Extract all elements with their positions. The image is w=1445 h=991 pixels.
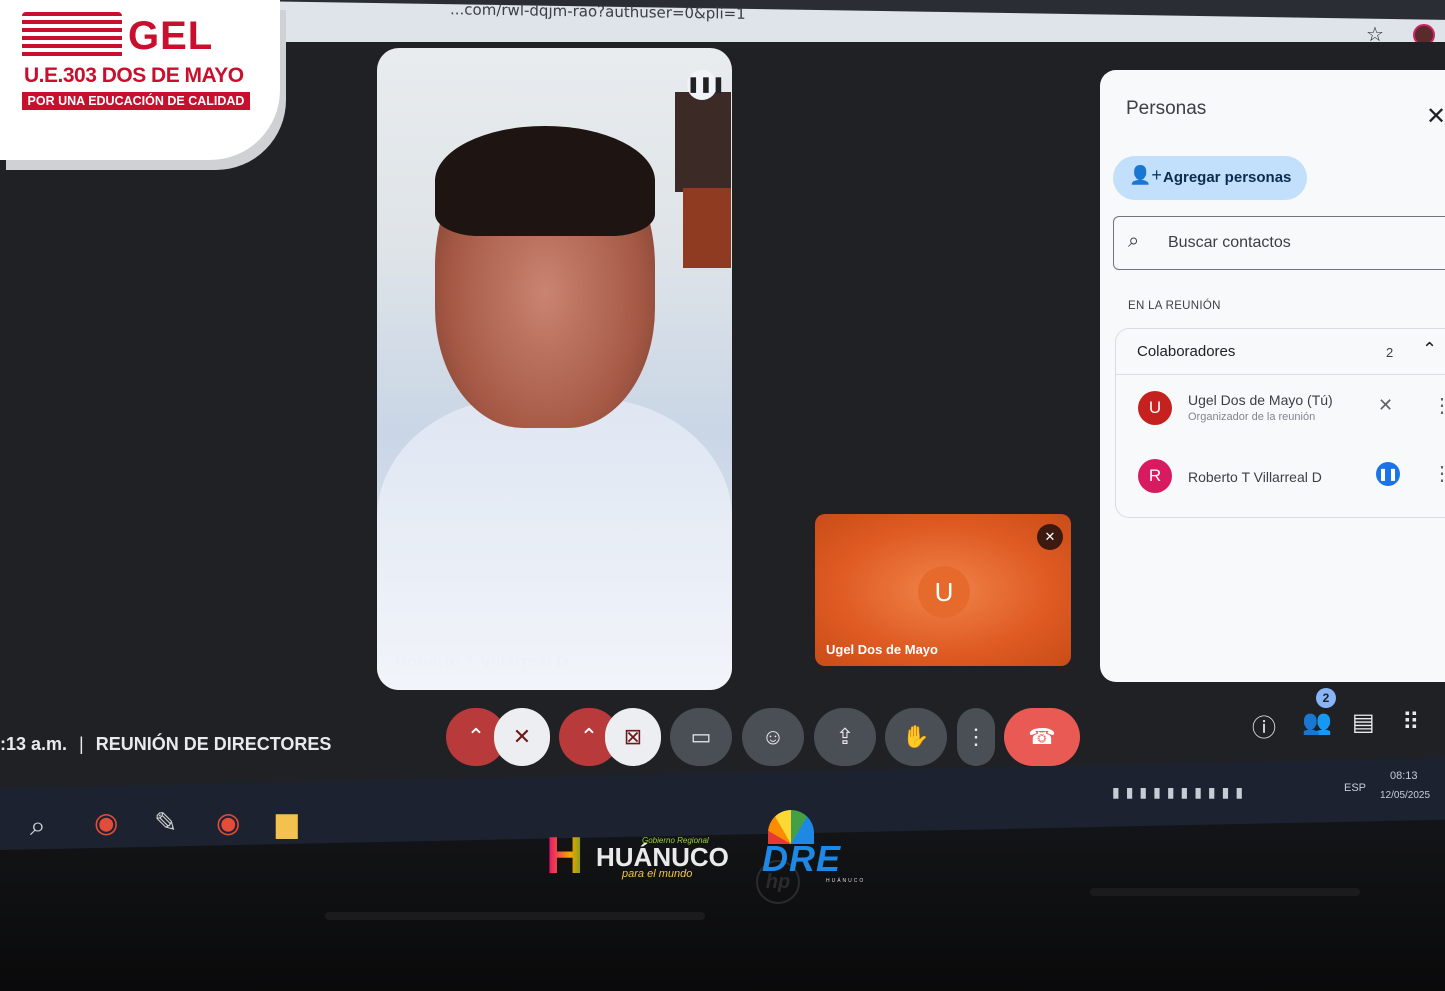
camera-toggle-button[interactable]: ⊠ (605, 708, 661, 766)
more-options-button[interactable]: ⋮ (957, 708, 995, 766)
group-name: Colaboradores (1137, 343, 1236, 360)
raise-hand-button[interactable]: ✋ (885, 708, 947, 766)
bezel-edge (1090, 888, 1360, 896)
search-icon[interactable]: ⌕ (30, 810, 46, 843)
paint-icon[interactable]: ✎ (154, 806, 177, 839)
add-people-label: Agregar personas (1163, 169, 1292, 186)
group-count: 2 (1386, 345, 1394, 360)
photo-stage: ...com/rwl-dqjm-rao?authuser=0&pli=1 ☆ ❚… (0, 0, 1445, 991)
participant-name: Ugel Dos de Mayo (Tú) (1188, 392, 1333, 408)
mic-off-icon: ✕ (1037, 524, 1063, 550)
hang-up-icon: ☎ (1028, 724, 1056, 749)
captions-icon: ▭ (690, 724, 712, 749)
ugel-slogan: POR UNA EDUCACIÓN DE CALIDAD (22, 92, 250, 110)
huanuco-h-mark: H (546, 828, 594, 884)
ugel-unit: U.E.303 DOS DE MAYO (24, 64, 244, 87)
chevron-up-icon: ⌃ (579, 724, 599, 749)
self-tile-name: Ugel Dos de Mayo (826, 642, 938, 657)
info-icon[interactable]: ⓘ (1252, 708, 1276, 743)
self-video-tile[interactable]: ✕ U Ugel Dos de Mayo (815, 514, 1071, 666)
people-count-badge: 2 (1316, 688, 1336, 708)
main-tile-name: Roberto T Villarreal D (395, 652, 569, 671)
present-screen-button[interactable]: ⇪ (814, 708, 876, 766)
people-icon[interactable]: 👥 (1302, 708, 1332, 737)
ugel-brick-mark (22, 12, 122, 56)
collaborators-group: Colaboradores 2 ⌃ U Ugel Dos de Mayo (Tú… (1115, 328, 1445, 518)
participant-name: Roberto T Villarreal D (1188, 469, 1322, 485)
chrome-profile-icon[interactable]: ◉ (216, 806, 240, 839)
more-options-icon[interactable]: ⋮ (1432, 461, 1445, 486)
participant-row[interactable]: R Roberto T Villarreal D ❚❚ ⋮ (1116, 447, 1445, 507)
folder-icon[interactable]: ▆ (276, 806, 298, 839)
add-people-button[interactable]: 👤+ Agregar personas (1113, 156, 1307, 200)
meeting-time: :13 a.m. (0, 734, 68, 754)
url-text: ...com/rwl-dqjm-rao?authuser=0&pli=1 (450, 0, 746, 23)
close-icon[interactable]: ✕ (1426, 102, 1445, 131)
system-tray-icons[interactable]: ▮▮▮▮▮▮▮▮▮▮ (1112, 784, 1249, 801)
separator: | (79, 734, 84, 754)
reactions-button[interactable]: ☺ (742, 708, 804, 766)
more-vert-icon: ⋮ (965, 724, 987, 749)
add-person-icon: 👤+ (1129, 165, 1162, 185)
search-contacts-input[interactable]: ⌕ Buscar contactos (1113, 216, 1445, 270)
clock-date[interactable]: 12/05/2025 (1380, 790, 1430, 801)
dre-subtext: HUÁNUCO (826, 878, 866, 884)
participant-role: Organizador de la reunión (1188, 411, 1316, 423)
apps-grid-icon[interactable]: ⠿ (1402, 708, 1420, 737)
clock-time[interactable]: 08:13 (1390, 770, 1418, 782)
search-placeholder: Buscar contactos (1168, 234, 1291, 251)
wall-frame (683, 188, 731, 268)
chat-icon[interactable]: ▤ (1352, 708, 1375, 737)
meeting-title: REUNIÓN DE DIRECTORES (95, 734, 332, 754)
speaking-indicator-icon: ❚❚ (1376, 462, 1400, 486)
participant-avatar: U (1138, 391, 1172, 425)
participant-hair (435, 126, 655, 236)
group-header[interactable]: Colaboradores 2 ⌃ (1116, 329, 1445, 375)
huanuco-tagline: para el mundo (622, 868, 693, 880)
search-icon: ⌕ (1128, 230, 1140, 252)
keyboard-language[interactable]: ESP (1344, 782, 1366, 794)
participant-shirt (377, 398, 732, 690)
wall-painting (675, 92, 731, 192)
self-avatar: U (918, 566, 970, 618)
dre-text: DRE (762, 838, 842, 879)
mic-toggle-button[interactable]: ✕ (494, 708, 550, 766)
bezel-edge (325, 912, 705, 920)
participant-row[interactable]: U Ugel Dos de Mayo (Tú) Organizador de l… (1116, 379, 1445, 439)
mic-off-icon: ✕ (512, 724, 532, 749)
more-options-icon[interactable]: ⋮ (1432, 393, 1445, 418)
camera-off-icon: ⊠ (623, 724, 643, 749)
ugel-wordmark: GEL (128, 14, 214, 58)
meeting-details: :13 a.m. | REUNIÓN DE DIRECTORES (0, 734, 331, 755)
ugel-logo: GEL U.E.303 DOS DE MAYO POR UNA EDUCACIÓ… (0, 0, 280, 160)
people-panel: Personas ✕ 👤+ Agregar personas ⌕ Buscar … (1100, 70, 1445, 682)
participant-avatar: R (1138, 459, 1172, 493)
captions-button[interactable]: ▭ (670, 708, 732, 766)
emoji-icon: ☺ (761, 724, 785, 749)
present-icon: ⇪ (835, 724, 855, 749)
main-video-tile[interactable]: ❚❚❚ Roberto T Villarreal D (377, 48, 732, 690)
mic-off-icon[interactable]: ✕ (1378, 395, 1393, 416)
hand-icon: ✋ (902, 724, 930, 749)
panel-title: Personas (1126, 98, 1207, 119)
chevron-up-icon[interactable]: ⌃ (1422, 339, 1437, 360)
chevron-up-icon: ⌃ (466, 724, 486, 749)
speaking-indicator-icon: ❚❚❚ (687, 70, 725, 100)
in-meeting-heading: EN LA REUNIÓN (1128, 300, 1221, 312)
leave-call-button[interactable]: ☎ (1004, 708, 1080, 766)
chrome-icon[interactable]: ◉ (94, 806, 118, 839)
